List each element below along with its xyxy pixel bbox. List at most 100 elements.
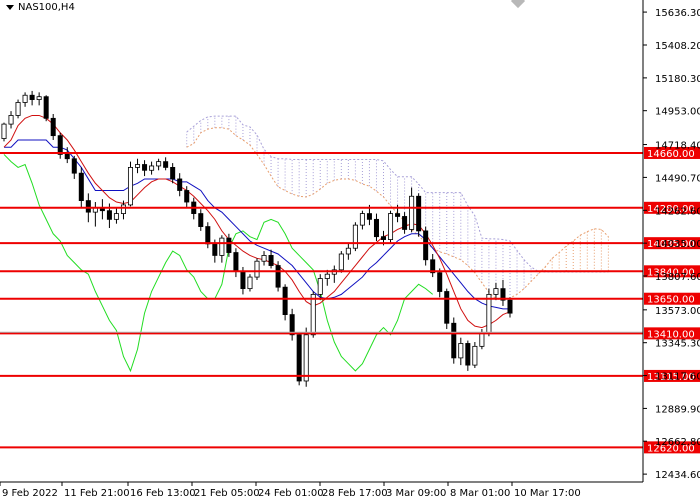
- candle: [444, 288, 450, 330]
- candle-body-up: [15, 102, 21, 116]
- candle-body-up: [254, 260, 260, 278]
- candle: [423, 226, 429, 266]
- candle-body-down: [373, 218, 379, 238]
- candle-body-down: [142, 164, 148, 171]
- level-price-label: 13650.00: [647, 295, 695, 306]
- candle-body-down: [233, 252, 239, 272]
- candle-body-down: [366, 213, 372, 220]
- time-tick-label: 16 Feb 13:00: [130, 488, 196, 499]
- candle: [388, 210, 394, 243]
- price-tick-label: 13573.00: [655, 306, 700, 317]
- candle-body-down: [57, 135, 63, 155]
- candle-body-up: [156, 161, 162, 167]
- candle-body-up: [303, 334, 309, 382]
- candle-body-up: [352, 224, 358, 249]
- candle: [254, 258, 260, 280]
- time-tick-label: 28 Feb 17:00: [322, 488, 388, 499]
- candle: [43, 95, 49, 122]
- candle-body-up: [479, 332, 485, 347]
- candle-body-up: [486, 293, 492, 334]
- time-tick-label: 11 Feb 21:00: [64, 488, 130, 499]
- candle: [127, 161, 134, 207]
- symbol-label[interactable]: NAS100,H4: [6, 2, 75, 13]
- candle-body-down: [268, 255, 274, 266]
- candle-body-up: [493, 288, 499, 295]
- time-tick-label: 3 Mar 09:00: [386, 488, 446, 499]
- price-tick-label: 14035.00: [655, 239, 700, 250]
- candle-body-up: [219, 237, 225, 256]
- candle: [338, 251, 344, 273]
- candle: [352, 222, 358, 252]
- candle-body-up: [338, 253, 344, 271]
- candle-body-down: [163, 161, 169, 168]
- price-tick-label: 15408.20: [655, 41, 700, 52]
- candle-body-down: [275, 265, 281, 288]
- candle-body-down: [507, 299, 513, 314]
- plot-area: [0, 0, 643, 482]
- time-tick-label: 21 Feb 05:00: [194, 488, 260, 499]
- candle: [303, 327, 309, 387]
- time-tick-label: 8 Mar 01:00: [450, 488, 510, 499]
- candle-body-up: [261, 255, 267, 262]
- candle: [1, 122, 7, 142]
- price-tick-label: 14490.70: [655, 173, 700, 184]
- candle-body-down: [205, 226, 211, 245]
- candle-body-down: [416, 195, 422, 232]
- candle-body-down: [198, 213, 204, 227]
- price-tick-label: 12889.90: [655, 404, 700, 415]
- candle: [247, 274, 253, 292]
- candle-body-up: [149, 165, 155, 171]
- candle-body-up: [472, 345, 478, 366]
- candle: [416, 193, 422, 237]
- candle-body-up: [388, 213, 394, 240]
- chart-window: 14660.00 14280.00 14035.00 13840.00 13650.00…: [0, 0, 700, 500]
- candle-body-down: [380, 236, 387, 240]
- chart-svg: 14660.0014280.0014035.0013840.0013650.00…: [0, 0, 700, 499]
- time-tick-label: 10 Mar 17:00: [514, 488, 581, 499]
- candle-body-down: [170, 167, 176, 180]
- price-tick-label: 14262.60: [655, 206, 700, 217]
- candle-body-down: [106, 210, 112, 220]
- candle-body-down: [184, 190, 190, 203]
- candle-body-up: [317, 278, 323, 295]
- candle-body-down: [29, 94, 35, 100]
- candle-body-down: [85, 200, 91, 213]
- candle-body-down: [177, 178, 183, 191]
- candle-body-up: [324, 273, 330, 279]
- time-axis-labels: 9 Feb 2022 11 Feb 21:00 16 Feb 13:0021 Feb…: [0, 482, 581, 499]
- candle-body-down: [212, 243, 218, 256]
- price-tick-label: 12434.60: [655, 470, 700, 481]
- price-tick-label: 12662.80: [655, 437, 700, 448]
- candle-body-up: [113, 213, 119, 220]
- price-tick-label: 14953.00: [655, 107, 700, 118]
- candle-body-up: [310, 293, 316, 336]
- symbol-text: NAS100,H4: [18, 2, 75, 13]
- candle-body-down: [64, 154, 70, 160]
- candle-body-down: [437, 272, 443, 292]
- candle: [486, 288, 492, 337]
- candle-body-up: [8, 115, 14, 125]
- candle-body-down: [226, 237, 232, 253]
- candle-body-up: [409, 195, 415, 230]
- price-tick-label: 14718.40: [655, 141, 700, 152]
- candle: [451, 317, 457, 364]
- dropdown-triangle-icon[interactable]: [6, 5, 14, 10]
- candle-body-down: [296, 334, 302, 382]
- candle-body-up: [345, 247, 351, 255]
- candle: [275, 261, 281, 292]
- candle-body-down: [423, 230, 429, 261]
- price-tick-label: 13117.60: [655, 372, 700, 383]
- candle: [282, 284, 288, 321]
- candle-body-down: [451, 322, 457, 359]
- candle-body-down: [402, 216, 408, 230]
- candle-body-down: [395, 213, 401, 217]
- candle-body-up: [458, 343, 464, 359]
- candle-body-down: [444, 291, 450, 324]
- candle-body-up: [247, 276, 253, 290]
- time-tick-label: 24 Feb 01:00: [258, 488, 324, 499]
- candle: [15, 99, 21, 119]
- candle-body-down: [465, 343, 471, 366]
- candle-body-down: [240, 270, 246, 290]
- candle-body-down: [78, 172, 84, 201]
- price-tick-label: 15180.30: [655, 74, 700, 85]
